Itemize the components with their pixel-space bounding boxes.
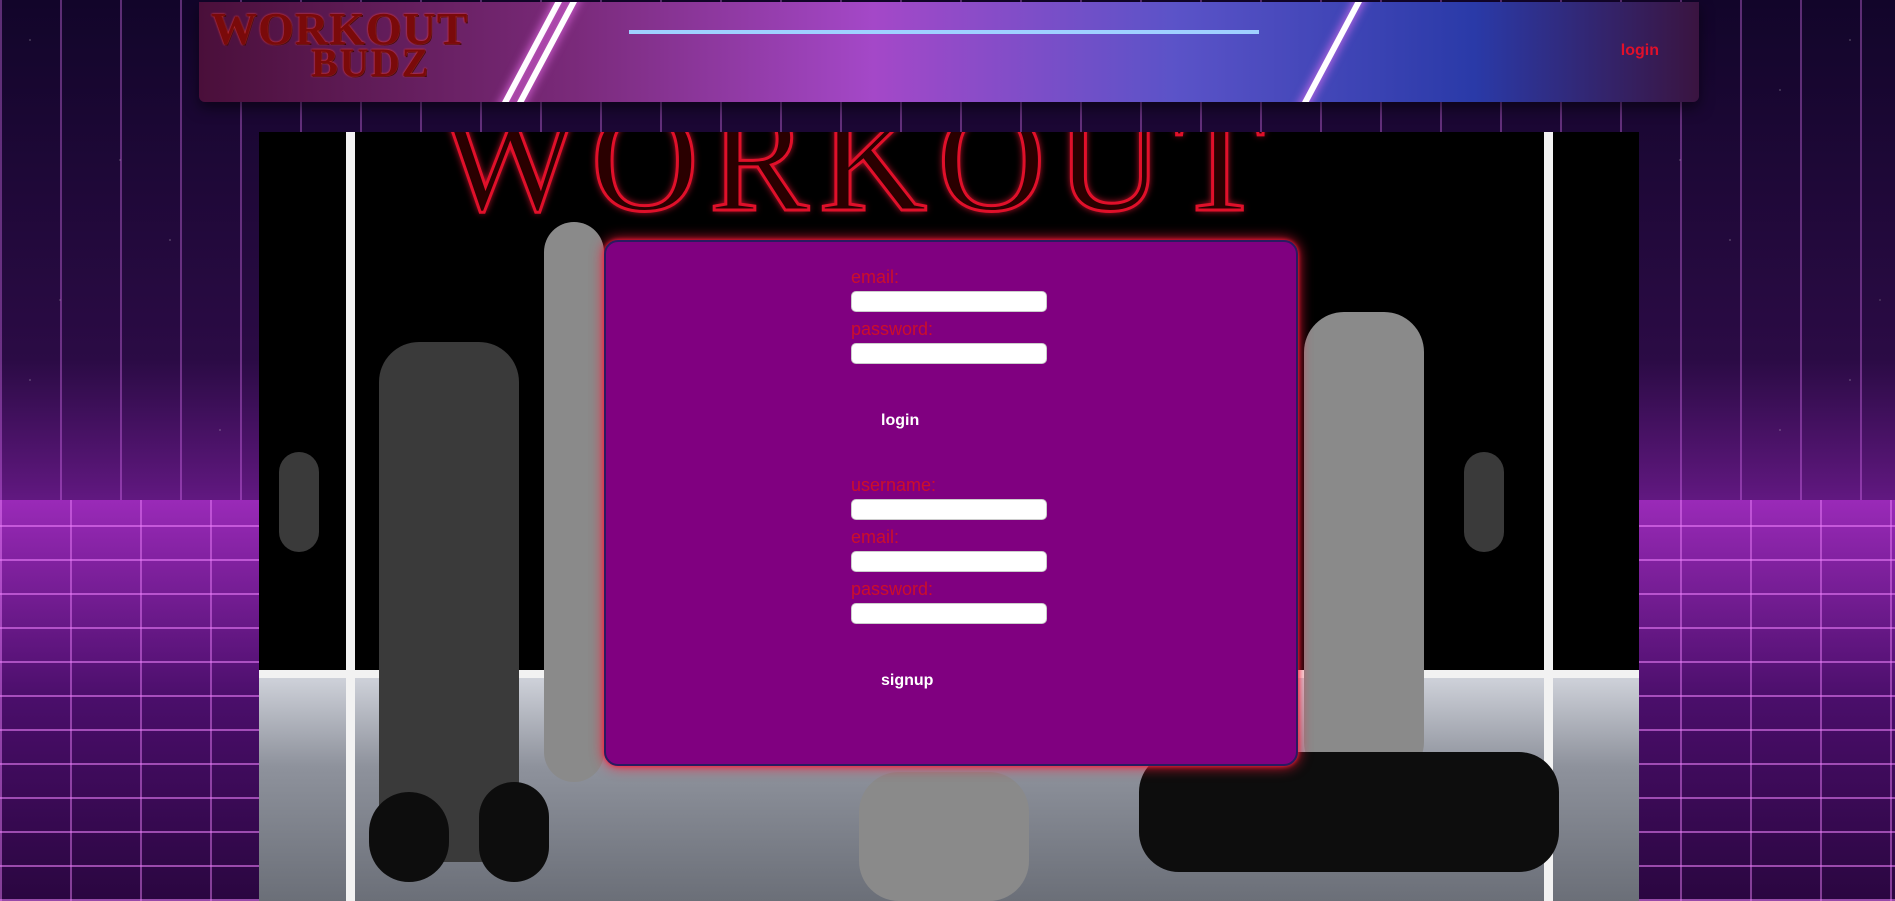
decor-triangle xyxy=(629,30,1259,34)
athlete-silhouette xyxy=(279,452,319,552)
signup-button[interactable]: signup xyxy=(881,672,933,690)
login-email-label: email: xyxy=(851,267,900,287)
signup-email-input[interactable] xyxy=(851,551,1047,572)
athlete-silhouette xyxy=(369,792,449,882)
login-email-input[interactable] xyxy=(851,291,1047,312)
hero-pillar xyxy=(346,132,355,901)
header-banner: WORKOUT BUDZ login xyxy=(199,2,1699,102)
site-logo[interactable]: WORKOUT BUDZ xyxy=(211,6,468,83)
athlete-silhouette xyxy=(859,772,1029,901)
athlete-silhouette xyxy=(379,342,519,862)
nav-login-link[interactable]: login xyxy=(1621,42,1659,60)
login-button[interactable]: login xyxy=(881,412,919,430)
login-password-input[interactable] xyxy=(851,343,1047,364)
decor-stripe xyxy=(496,2,568,102)
signup-username-label: username: xyxy=(851,475,937,495)
athlete-silhouette xyxy=(544,222,604,782)
auth-panel: email: password: login username: email: … xyxy=(604,240,1298,766)
signup-password-label: password: xyxy=(851,579,934,599)
signup-email-label: email: xyxy=(851,527,900,547)
athlete-silhouette xyxy=(1304,312,1424,782)
decor-stripe xyxy=(1296,2,1368,102)
athlete-silhouette xyxy=(1139,752,1559,872)
signup-password-input[interactable] xyxy=(851,603,1047,624)
athlete-silhouette xyxy=(479,782,549,882)
athlete-silhouette xyxy=(1464,452,1504,552)
login-password-label: password: xyxy=(851,319,934,339)
signup-username-input[interactable] xyxy=(851,499,1047,520)
